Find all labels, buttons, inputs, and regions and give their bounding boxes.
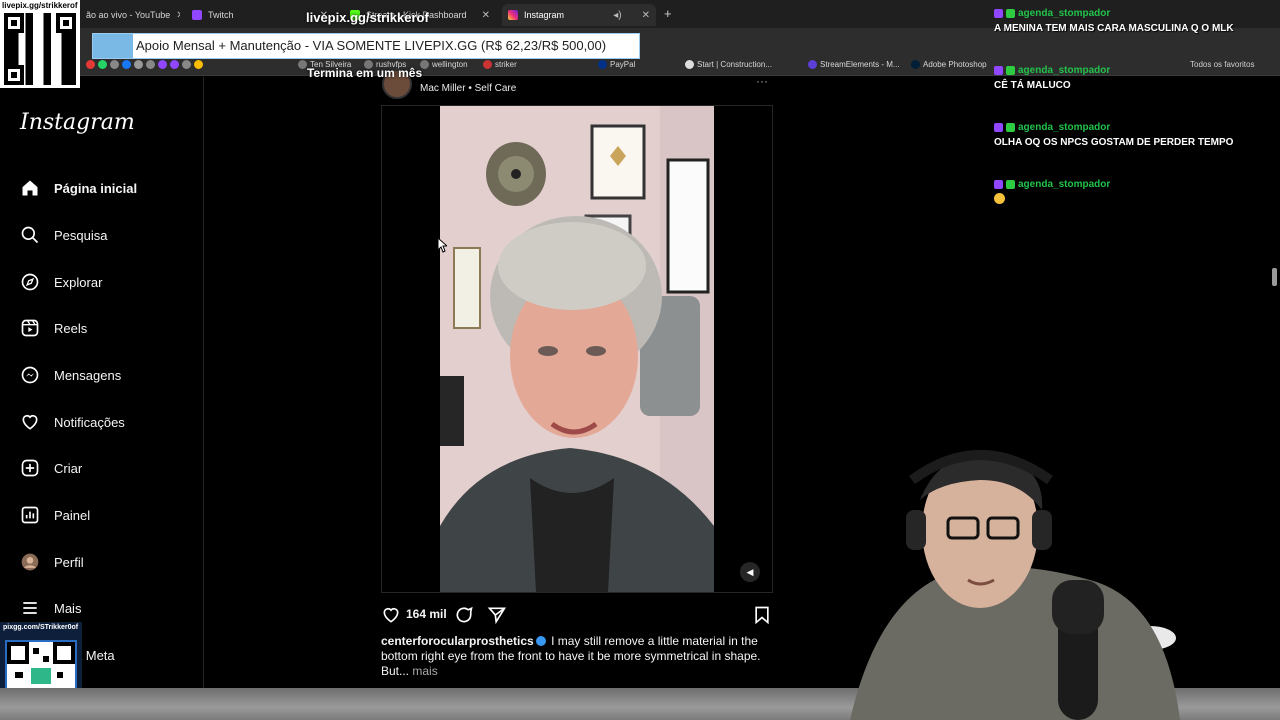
nav-label: Pesquisa (54, 227, 108, 243)
bookmark-item[interactable]: striker (483, 60, 517, 69)
heart-icon (22, 414, 38, 430)
verified-badge-icon (1006, 9, 1015, 18)
nav-label: Mensagens (54, 367, 122, 383)
instagram-icon (508, 10, 518, 20)
twitch-badge-icon (994, 123, 1003, 132)
search-icon (21, 226, 39, 244)
twitch-badge-icon (994, 180, 1003, 189)
nav-reels[interactable]: Reels (20, 316, 87, 340)
chat-text: OLHA OQ OS NPCS GOSTAM DE PERDER TEMPO (994, 137, 1234, 148)
close-icon[interactable]: ✕ (176, 10, 180, 21)
chat-message: agenda_stompador (994, 179, 1274, 204)
chat-message: agenda_stompador OLHA OQ OS NPCS GOSTAM … (994, 122, 1274, 148)
chat-text: A MENINA TEM MAIS CARA MASCULINA Q O MLK (994, 23, 1234, 34)
verified-badge-icon (1006, 66, 1015, 75)
share-icon[interactable] (487, 605, 507, 625)
bookmark-item[interactable]: Adobe Photoshop (911, 60, 987, 69)
chat-username: agenda_stompador (1018, 179, 1111, 190)
nav-search[interactable]: Pesquisa (20, 223, 107, 247)
stream-url-title: livepix.gg/strikkerof (306, 10, 429, 25)
nav-label: Painel (54, 507, 91, 523)
chat-username: agenda_stompador (1018, 122, 1111, 133)
close-icon[interactable]: ✕ (642, 10, 650, 21)
cursor-icon (437, 237, 447, 253)
verified-badge-icon (1006, 180, 1015, 189)
livepix-goal-text: Apoio Mensal + Manutenção - VIA SOMENTE … (136, 38, 607, 53)
nav-label: Notificações (54, 414, 125, 430)
reels-icon (21, 319, 39, 337)
nav-messages[interactable]: Mensagens (20, 363, 121, 387)
bookmark-item[interactable]: PayPal (598, 60, 635, 69)
compass-icon (21, 273, 39, 291)
menu-icon (23, 602, 37, 614)
nav-dashboard[interactable]: Painel (20, 503, 90, 527)
nav-label: Criar (54, 460, 83, 476)
nav-explore[interactable]: Explorar (20, 270, 102, 294)
verified-badge-icon (535, 636, 546, 646)
nav-label: Perfil (54, 554, 84, 570)
qr-code-top: livepix.gg/strikkerof (0, 0, 80, 88)
new-tab-button[interactable]: + (664, 6, 672, 21)
post-username[interactable]: centerforocularprosthetics (381, 634, 534, 648)
qr-label: livepix.gg/strikkerof (2, 1, 78, 10)
chat-message: agenda_stompador CÊ TÁ MALUCO (994, 65, 1274, 91)
qr-label: pixgg.com/STrikker0of (3, 624, 79, 631)
twitch-icon (192, 10, 202, 20)
close-icon[interactable]: ✕ (482, 10, 490, 21)
nav-label: Mais (54, 600, 82, 616)
nav-label: Explorar (54, 274, 103, 290)
chat-username: agenda_stompador (1018, 8, 1111, 19)
tab-label: ão ao vivo - YouTube (86, 10, 171, 20)
caption-more-link[interactable]: mais (412, 664, 437, 678)
scrollbar-thumb[interactable] (1272, 268, 1277, 286)
twitch-badge-icon (994, 9, 1003, 18)
nav-home[interactable]: Página inicial (20, 176, 137, 200)
like-icon[interactable] (381, 605, 401, 625)
chat-message: agenda_stompador A MENINA TEM MAIS CARA … (994, 8, 1274, 34)
post-audio[interactable]: Mac Miller • Self Care (420, 83, 516, 94)
mute-button[interactable]: ◀ (740, 562, 760, 582)
bookmark-item[interactable]: wellington (420, 60, 468, 69)
streamer-webcam (820, 440, 1190, 720)
tab-label: Instagram (524, 10, 565, 20)
bookmark-icon[interactable] (752, 605, 772, 625)
comment-icon[interactable] (454, 605, 474, 625)
like-count[interactable]: 164 mil (406, 607, 447, 621)
livepix-goal-subtitle: Termina em um mês (307, 66, 423, 80)
instagram-logo[interactable]: Instagram (20, 110, 135, 135)
messenger-icon (21, 366, 39, 384)
verified-badge-icon (1006, 123, 1015, 132)
nav-label: Reels (54, 320, 88, 336)
bookmark-item[interactable]: StreamElements - M... (808, 60, 900, 69)
bookmark-item[interactable]: Start | Construction... (685, 60, 772, 69)
smile-emoji-icon (994, 193, 1005, 204)
plus-square-icon (21, 459, 39, 477)
chat-username: agenda_stompador (1018, 65, 1111, 76)
nav-profile[interactable]: Perfil (20, 550, 84, 574)
nav-create[interactable]: Criar (20, 456, 82, 480)
nav-label: Página inicial (54, 180, 138, 196)
tab-youtube[interactable]: ão ao vivo - YouTube ✕ (80, 4, 180, 26)
speaker-icon[interactable]: ◂) (613, 10, 621, 21)
post-caption: centerforocularprosthetics I may still r… (381, 634, 771, 679)
nav-more[interactable]: Mais (20, 596, 81, 620)
tab-instagram[interactable]: Instagram ◂) ✕ (502, 4, 656, 26)
nav-notifications[interactable]: Notificações (20, 410, 125, 434)
avatar (21, 553, 39, 571)
home-icon (22, 180, 38, 196)
post-video[interactable] (440, 106, 714, 592)
dashboard-icon (21, 506, 39, 524)
bookmark-icons[interactable] (86, 60, 203, 69)
speaker-icon: ◀ (746, 566, 754, 577)
twitch-badge-icon (994, 66, 1003, 75)
post-header: Mac Miller • Self Care (382, 69, 516, 99)
tab-label: Twitch (208, 10, 234, 20)
chat-text: CÊ TÁ MALUCO (994, 80, 1071, 91)
more-options-icon[interactable]: ··· (756, 74, 768, 88)
